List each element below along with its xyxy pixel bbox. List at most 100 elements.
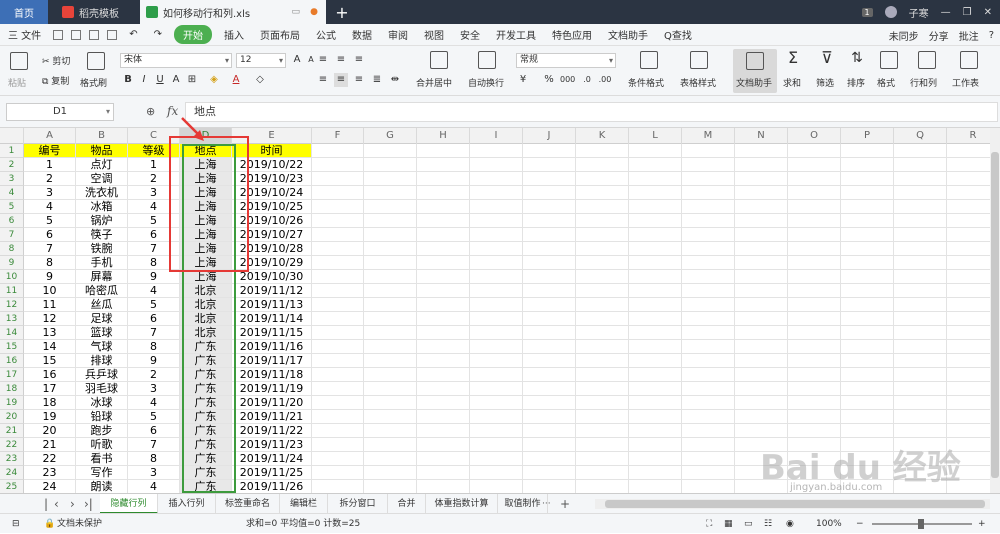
table-cell[interactable]: 2019/11/17 (232, 354, 312, 368)
table-cell[interactable] (576, 368, 629, 382)
table-cell[interactable] (470, 172, 523, 186)
table-cell[interactable] (312, 326, 364, 340)
table-cell[interactable] (841, 326, 894, 340)
table-cell[interactable] (470, 298, 523, 312)
table-cell[interactable] (682, 214, 735, 228)
tab-features[interactable]: 特色应用 (544, 27, 600, 42)
table-cell[interactable] (417, 424, 470, 438)
table-cell[interactable] (470, 242, 523, 256)
table-cell[interactable]: 2 (24, 172, 76, 186)
print-icon[interactable] (89, 29, 100, 40)
table-cell[interactable]: 6 (128, 312, 180, 326)
reading-view-icon[interactable]: ☷ (764, 514, 772, 534)
table-cell[interactable] (841, 396, 894, 410)
format-painter-icon[interactable] (87, 52, 105, 70)
table-cell[interactable] (841, 200, 894, 214)
table-cell[interactable] (735, 312, 788, 326)
worksheet-icon[interactable] (960, 51, 978, 69)
table-cell[interactable] (417, 410, 470, 424)
row-header[interactable]: 11 (0, 284, 24, 298)
add-sheet-button[interactable]: + (560, 494, 570, 514)
table-cell[interactable]: 2019/10/26 (232, 214, 312, 228)
table-cell[interactable] (682, 312, 735, 326)
table-cell[interactable] (364, 284, 417, 298)
table-cell[interactable] (682, 424, 735, 438)
table-cell[interactable] (629, 354, 682, 368)
table-cell[interactable] (629, 340, 682, 354)
table-cell[interactable] (470, 340, 523, 354)
table-cell[interactable] (312, 242, 364, 256)
table-cell[interactable] (894, 424, 947, 438)
table-cell[interactable] (841, 172, 894, 186)
table-cell[interactable] (312, 452, 364, 466)
sort-button[interactable]: 排序 (847, 76, 865, 89)
table-cell[interactable] (470, 228, 523, 242)
table-cell[interactable] (312, 312, 364, 326)
fill-color-icon[interactable]: ◈ (207, 73, 221, 87)
sheet-more[interactable]: ··· (542, 494, 551, 514)
header-cell[interactable] (417, 144, 470, 158)
table-cell[interactable] (364, 256, 417, 270)
table-cell[interactable] (523, 186, 576, 200)
table-cell[interactable]: 2019/11/14 (232, 312, 312, 326)
font-size-select[interactable]: 12 (236, 53, 286, 68)
header-cell[interactable] (947, 144, 990, 158)
table-cell[interactable]: 上海 (180, 256, 232, 270)
row-header[interactable]: 19 (0, 396, 24, 410)
table-cell[interactable]: 9 (128, 270, 180, 284)
table-cell[interactable] (947, 396, 990, 410)
row-header[interactable]: 1 (0, 144, 24, 158)
table-cell[interactable] (312, 340, 364, 354)
table-cell[interactable] (682, 396, 735, 410)
border-icon[interactable]: ⊞ (185, 73, 199, 87)
sheet-first-icon[interactable]: | (44, 494, 48, 514)
table-cell[interactable]: 点灯 (76, 158, 128, 172)
table-cell[interactable]: 上海 (180, 172, 232, 186)
table-cell[interactable]: 8 (24, 256, 76, 270)
table-cell[interactable] (947, 242, 990, 256)
protect-status[interactable]: 文档未保护 (57, 514, 102, 534)
table-cell[interactable] (629, 452, 682, 466)
header-cell[interactable]: 物品 (76, 144, 128, 158)
column-header-e[interactable]: E (232, 128, 312, 144)
table-cell[interactable] (682, 298, 735, 312)
table-cell[interactable] (417, 354, 470, 368)
table-cell[interactable] (576, 438, 629, 452)
header-cell[interactable] (523, 144, 576, 158)
table-cell[interactable] (629, 312, 682, 326)
table-cell[interactable]: 7 (128, 438, 180, 452)
table-cell[interactable] (576, 242, 629, 256)
table-cell[interactable] (523, 368, 576, 382)
sync-status[interactable]: 未同步 (889, 28, 919, 43)
sheet-tab[interactable]: 体重指数计算 (426, 494, 498, 514)
table-cell[interactable] (841, 284, 894, 298)
column-header-b[interactable]: B (76, 128, 128, 144)
table-style-button[interactable]: 表格样式 (680, 76, 716, 89)
table-cell[interactable] (470, 396, 523, 410)
table-cell[interactable] (682, 382, 735, 396)
table-cell[interactable]: 19 (24, 410, 76, 424)
row-header[interactable]: 22 (0, 438, 24, 452)
table-cell[interactable] (576, 396, 629, 410)
zoom-slider-knob[interactable] (918, 519, 924, 529)
tab-data[interactable]: 数据 (344, 27, 380, 42)
row-header[interactable]: 15 (0, 340, 24, 354)
row-header[interactable]: 6 (0, 214, 24, 228)
table-cell[interactable]: 2019/10/30 (232, 270, 312, 284)
file-menu[interactable]: 三 文件 (0, 27, 49, 42)
column-header-n[interactable]: N (735, 128, 788, 144)
table-cell[interactable]: 4 (128, 200, 180, 214)
header-cell[interactable] (735, 144, 788, 158)
table-cell[interactable] (788, 270, 841, 284)
table-cell[interactable]: 5 (128, 214, 180, 228)
table-cell[interactable] (947, 186, 990, 200)
table-cell[interactable] (788, 200, 841, 214)
table-cell[interactable] (682, 480, 735, 493)
table-cell[interactable] (894, 172, 947, 186)
increase-decimal-icon[interactable]: .0 (580, 73, 594, 87)
table-cell[interactable] (947, 256, 990, 270)
column-header-l[interactable]: L (629, 128, 682, 144)
table-cell[interactable] (788, 382, 841, 396)
table-cell[interactable] (312, 284, 364, 298)
merge-icon[interactable] (430, 51, 448, 69)
